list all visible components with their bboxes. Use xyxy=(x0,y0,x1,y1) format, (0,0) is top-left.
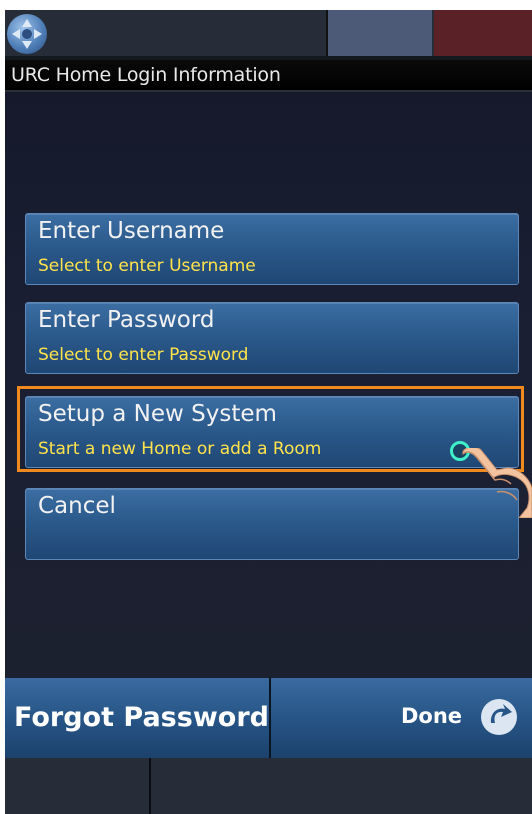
refresh-arrow-icon xyxy=(479,697,519,741)
top-tile-red[interactable] xyxy=(434,10,532,56)
forgot-password-button[interactable]: Forgot Password xyxy=(5,678,271,758)
device-screen: URC Home Login Information Enter Usernam… xyxy=(5,10,532,814)
page-title: URC Home Login Information xyxy=(11,64,281,86)
top-bar xyxy=(5,10,532,56)
enter-password-button[interactable]: Enter Password Select to enter Password xyxy=(25,302,519,374)
footer-bar xyxy=(5,758,532,814)
cancel-button[interactable]: Cancel xyxy=(25,488,519,560)
enter-username-sublabel: Select to enter Username xyxy=(38,256,256,276)
top-tile-blue[interactable] xyxy=(328,10,432,56)
selection-highlight xyxy=(17,386,524,472)
enter-password-label: Enter Password xyxy=(38,307,215,333)
enter-username-label: Enter Username xyxy=(38,218,225,244)
pointing-hand-icon xyxy=(457,446,532,522)
forgot-password-label: Forgot Password xyxy=(14,702,269,733)
title-bar: URC Home Login Information xyxy=(5,60,532,92)
enter-username-button[interactable]: Enter Username Select to enter Username xyxy=(25,213,519,285)
enter-password-sublabel: Select to enter Password xyxy=(38,345,249,365)
urc-logo-icon[interactable] xyxy=(7,14,47,54)
bottom-bar: Forgot Password Done xyxy=(5,678,532,758)
done-label: Done xyxy=(401,704,463,728)
content-area xyxy=(5,92,532,678)
footer-divider xyxy=(149,758,151,814)
done-button[interactable]: Done xyxy=(271,678,532,758)
cancel-label: Cancel xyxy=(38,493,116,519)
